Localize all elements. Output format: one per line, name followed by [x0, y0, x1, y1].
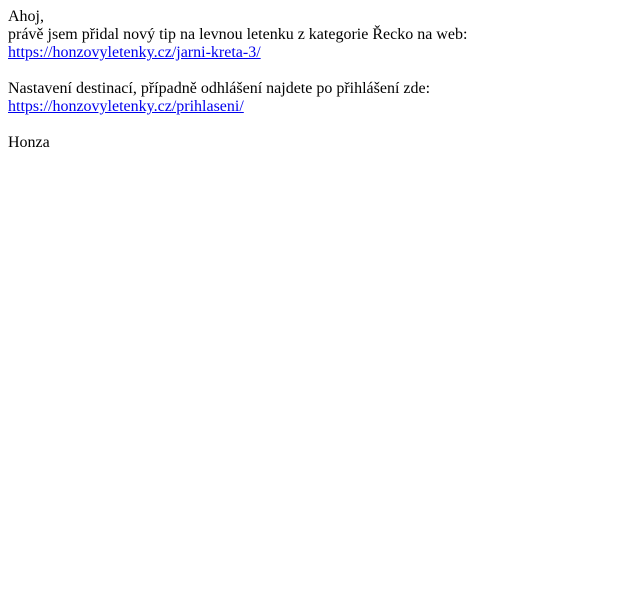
- email-body: Ahoj, právě jsem přidal nový tip na levn…: [0, 0, 640, 152]
- tip-link[interactable]: https://honzovyletenky.cz/jarni-kreta-3/: [8, 44, 261, 61]
- signature-text: Honza: [8, 134, 50, 151]
- login-link-line: https://honzovyletenky.cz/prihlaseni/: [8, 98, 632, 116]
- settings-text: Nastavení destinací, případně odhlášení …: [8, 80, 431, 97]
- intro-text: právě jsem přidal nový tip na levnou let…: [8, 26, 468, 43]
- login-link[interactable]: https://honzovyletenky.cz/prihlaseni/: [8, 98, 244, 115]
- greeting-text: Ahoj,: [8, 8, 44, 25]
- tip-link-line: https://honzovyletenky.cz/jarni-kreta-3/: [8, 44, 632, 62]
